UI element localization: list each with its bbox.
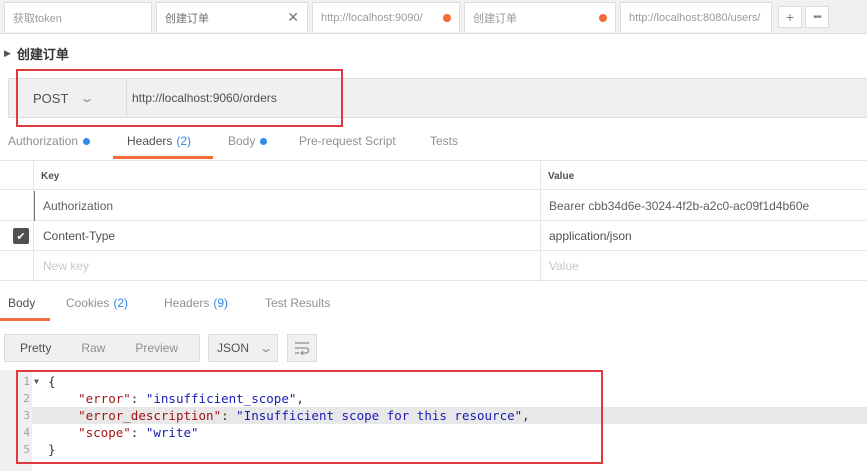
- tab-label: Cookies: [66, 296, 110, 310]
- caret-right-icon: ▶: [4, 48, 11, 58]
- ellipsis-icon: •••: [813, 11, 821, 23]
- tab-label: Tests: [430, 134, 459, 148]
- tab-label: 创建订单: [165, 12, 209, 25]
- response-tab-headers[interactable]: Headers (9): [164, 296, 228, 310]
- code-line: "error_description": "Insufficient scope…: [78, 408, 530, 423]
- tab-label: Headers: [127, 134, 173, 148]
- line-number: 4: [23, 426, 30, 439]
- response-tabs: Body Cookies (2) Headers (9) Test Result…: [0, 290, 867, 320]
- header-key[interactable]: Content-Type: [43, 221, 115, 251]
- json-value: "write": [145, 425, 199, 440]
- json-comma: ,: [296, 391, 304, 406]
- raw-button[interactable]: Raw: [66, 335, 120, 361]
- new-tab-button[interactable]: +: [778, 6, 802, 28]
- new-value-input[interactable]: Value: [549, 251, 579, 281]
- header-value[interactable]: application/json: [549, 221, 632, 251]
- tab-label: 创建订单: [473, 12, 517, 25]
- header-value[interactable]: Bearer cbb34d6e-3024-4f2b-a2c0-ac09f1d4b…: [549, 191, 809, 221]
- tab-prerequest-script[interactable]: Pre-request Script: [299, 134, 396, 148]
- active-tab-indicator: [0, 318, 50, 321]
- tab-localhost-9090[interactable]: http://localhost:9090/: [312, 2, 460, 32]
- json-key: "scope": [78, 425, 131, 440]
- headers-count: (2): [176, 134, 192, 148]
- tab-label: 获取token: [13, 12, 62, 25]
- fold-arrow-icon[interactable]: ▼: [34, 377, 39, 386]
- preview-button[interactable]: Preview: [120, 335, 193, 361]
- tab-tests[interactable]: Tests: [430, 134, 458, 148]
- line-number: 2: [23, 392, 30, 405]
- tab-label: Test Results: [265, 296, 331, 310]
- more-tabs-button[interactable]: •••: [805, 6, 829, 28]
- close-icon[interactable]: ✕: [287, 9, 299, 26]
- new-key-input[interactable]: New key: [43, 251, 89, 281]
- cookies-count: (2): [113, 296, 129, 310]
- table-header-row: Key Value: [0, 160, 867, 190]
- json-key: "error_description": [78, 408, 222, 423]
- headers-count: (9): [213, 296, 229, 310]
- response-tab-cookies[interactable]: Cookies (2): [66, 296, 128, 310]
- json-key: "error": [78, 391, 131, 406]
- brace-open: {: [48, 374, 56, 389]
- code-line: "error": "insufficient_scope",: [78, 391, 304, 406]
- view-mode-segmented: Pretty Raw Preview: [4, 334, 200, 362]
- line-number: 5: [23, 443, 30, 456]
- tab-label: Body: [8, 296, 36, 310]
- tab-label: Pre-request Script: [299, 134, 396, 148]
- tab-localhost-8080-users[interactable]: http://localhost:8080/users/: [620, 2, 772, 32]
- tab-label: http://localhost:9090/: [321, 11, 423, 24]
- pretty-button[interactable]: Pretty: [5, 335, 66, 361]
- key-column-header: Key: [41, 170, 60, 182]
- unsaved-dot-icon: [443, 13, 451, 22]
- response-tab-test-results[interactable]: Test Results: [265, 296, 330, 310]
- tab-bar: 获取token 创建订单 ✕ http://localhost:9090/ 创建…: [0, 0, 867, 34]
- unsaved-dot-icon: [599, 13, 607, 22]
- code-line: {: [48, 374, 56, 389]
- column-divider: [540, 160, 541, 282]
- json-value: "insufficient_scope": [145, 391, 297, 406]
- code-line: "scope": "write": [78, 425, 199, 440]
- format-label: JSON: [217, 341, 250, 355]
- request-name-header[interactable]: ▶ 创建订单: [4, 44, 69, 63]
- tab-get-token[interactable]: 获取token: [4, 2, 152, 32]
- line-number: 1: [23, 375, 30, 388]
- wrap-lines-icon: [295, 342, 310, 355]
- tab-label: Body: [228, 134, 256, 148]
- checkbox-checked-icon[interactable]: ✔: [13, 228, 29, 244]
- tab-authorization[interactable]: Authorization: [8, 134, 91, 148]
- indicator-dot-icon: [83, 137, 91, 145]
- table-row[interactable]: ✔ Content-Type application/json: [0, 221, 867, 251]
- tab-label: Headers: [164, 296, 210, 310]
- table-row-new[interactable]: New key Value: [0, 251, 867, 281]
- tab-label: Authorization: [8, 134, 79, 148]
- tab-create-order[interactable]: 创建订单: [464, 2, 616, 32]
- request-tabs: Authorization Headers (2) Body Pre-reque…: [0, 128, 867, 158]
- line-number: 3: [23, 409, 30, 422]
- format-select[interactable]: JSON ⌄: [208, 334, 278, 362]
- response-tab-body[interactable]: Body: [8, 296, 35, 310]
- header-key[interactable]: Authorization: [43, 191, 113, 221]
- tab-create-order-active[interactable]: 创建订单 ✕: [156, 2, 308, 32]
- plus-icon: +: [785, 9, 795, 25]
- tab-label: http://localhost:8080/users/: [629, 11, 761, 24]
- wrap-lines-button[interactable]: [287, 334, 317, 362]
- method-select[interactable]: POST ⌄: [17, 79, 127, 117]
- json-value: "Insufficient scope for this resource": [236, 408, 523, 423]
- url-bar: POST ⌄ http://localhost:9060/orders: [8, 78, 867, 118]
- column-divider: [33, 160, 34, 282]
- url-input[interactable]: http://localhost:9060/orders: [132, 79, 277, 117]
- chevron-down-icon: ⌄: [258, 341, 274, 355]
- value-column-header: Value: [548, 170, 575, 182]
- table-row[interactable]: Authorization Bearer cbb34d6e-3024-4f2b-…: [0, 191, 867, 221]
- tab-body[interactable]: Body: [228, 134, 268, 148]
- json-comma: ,: [522, 408, 530, 423]
- tab-headers[interactable]: Headers (2): [127, 134, 191, 148]
- code-line: }: [48, 442, 56, 457]
- request-name: 创建订单: [16, 47, 69, 62]
- response-body-editor[interactable]: 1 2 3 4 5 ▼ { "error": "insufficient_sco…: [0, 370, 867, 471]
- brace-close: }: [48, 442, 56, 457]
- chevron-down-icon: ⌄: [79, 91, 95, 105]
- method-label: POST: [33, 90, 69, 106]
- indicator-dot-icon: [260, 137, 268, 145]
- active-tab-indicator: [113, 156, 213, 159]
